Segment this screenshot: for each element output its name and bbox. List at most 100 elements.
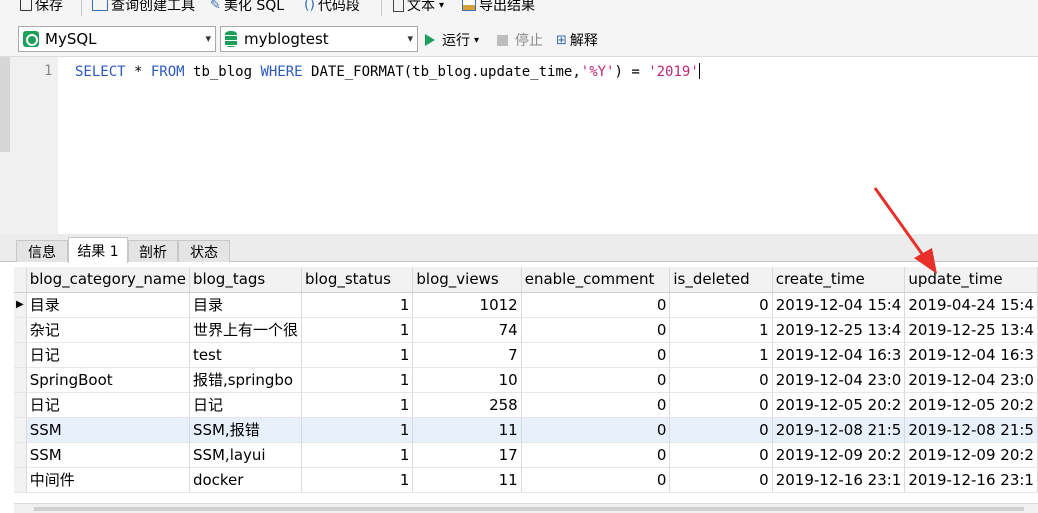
table-cell[interactable]: 0 — [521, 467, 671, 493]
explain-button[interactable]: ⊞ 解释 — [556, 30, 598, 50]
table-cell[interactable]: 报错,springbo — [189, 367, 302, 393]
stop-button[interactable]: 停止 — [497, 30, 543, 50]
table-cell[interactable]: 0 — [521, 367, 671, 393]
table-cell[interactable]: 258 — [412, 392, 522, 418]
table-cell[interactable]: 11 — [412, 417, 522, 443]
table-cell[interactable]: 2019-12-04 16:3 — [772, 342, 906, 368]
table-cell[interactable]: 1 — [669, 317, 773, 343]
result-grid[interactable]: blog_category_name blog_tags blog_status… — [14, 267, 1038, 503]
table-cell[interactable]: 2019-12-04 15:4 — [772, 292, 906, 318]
table-cell[interactable]: 1 — [301, 367, 414, 393]
table-cell[interactable]: 1 — [669, 342, 773, 368]
table-cell[interactable]: 1 — [301, 392, 414, 418]
table-cell[interactable]: 0 — [521, 417, 671, 443]
code-snippet-button[interactable]: () 代码段 — [304, 0, 360, 16]
table-row[interactable]: 杂记 世界上有一个很 1 74 0 1 2019-12-25 13:4 2019… — [14, 317, 1038, 343]
table-cell[interactable]: 日记 — [26, 392, 190, 418]
table-cell[interactable]: 0 — [669, 367, 773, 393]
table-cell[interactable]: 0 — [521, 317, 671, 343]
table-row[interactable]: 中间件 docker 1 11 0 0 2019-12-16 23:1 2019… — [14, 467, 1038, 493]
database-select[interactable]: myblogtest ▾ — [220, 26, 418, 52]
column-header[interactable]: blog_views — [412, 267, 522, 293]
grid-horizontal-scrollbar[interactable] — [14, 503, 1038, 513]
table-cell[interactable]: 2019-12-09 20:2 — [772, 442, 906, 468]
table-cell[interactable]: 杂记 — [26, 317, 190, 343]
table-cell[interactable]: 1 — [301, 467, 414, 493]
table-cell[interactable]: 日记 — [189, 392, 302, 418]
table-cell[interactable]: 74 — [412, 317, 522, 343]
table-cell[interactable]: 0 — [521, 442, 671, 468]
table-cell[interactable]: 2019-12-08 21:5 — [904, 417, 1038, 443]
table-cell[interactable]: 目录 — [26, 292, 190, 318]
table-cell[interactable]: 2019-12-16 23:1 — [772, 467, 906, 493]
table-cell[interactable]: 2019-12-04 23:0 — [904, 367, 1038, 393]
table-cell[interactable]: 目录 — [189, 292, 302, 318]
table-cell[interactable]: SSM,layui — [189, 442, 302, 468]
save-button[interactable]: 保存 — [20, 0, 63, 16]
column-header[interactable]: is_deleted — [669, 267, 773, 293]
table-row[interactable]: SSM SSM,layui 1 17 0 0 2019-12-09 20:2 2… — [14, 442, 1038, 468]
table-row[interactable]: SpringBoot 报错,springbo 1 10 0 0 2019-12-… — [14, 367, 1038, 393]
table-cell[interactable]: 世界上有一个很 — [189, 317, 302, 343]
table-cell[interactable]: 1 — [301, 442, 414, 468]
table-cell[interactable]: 1012 — [412, 292, 522, 318]
table-cell[interactable]: 0 — [521, 392, 671, 418]
table-cell[interactable]: 7 — [412, 342, 522, 368]
table-cell[interactable]: 日记 — [26, 342, 190, 368]
table-cell[interactable]: 2019-12-08 21:5 — [772, 417, 906, 443]
table-cell[interactable]: 0 — [669, 467, 773, 493]
table-cell[interactable]: 2019-12-16 23:1 — [904, 467, 1038, 493]
table-cell[interactable]: 2019-12-25 13:4 — [904, 317, 1038, 343]
table-cell[interactable]: 0 — [669, 292, 773, 318]
table-cell[interactable]: 2019-12-09 20:2 — [904, 442, 1038, 468]
table-row[interactable]: SSM SSM,报错 1 11 0 0 2019-12-08 21:5 2019… — [14, 417, 1038, 443]
column-header[interactable]: enable_comment — [521, 267, 671, 293]
table-cell[interactable]: 0 — [521, 342, 671, 368]
table-cell[interactable]: 中间件 — [26, 467, 190, 493]
table-cell[interactable]: 2019-12-04 23:0 — [772, 367, 906, 393]
table-cell[interactable]: 2019-12-04 16:3 — [904, 342, 1038, 368]
table-cell[interactable]: 2019-04-24 15:4 — [904, 292, 1038, 318]
query-builder-button[interactable]: 查询创建工具 — [92, 0, 195, 16]
table-cell[interactable]: docker — [189, 467, 302, 493]
column-header[interactable]: blog_tags — [189, 267, 302, 293]
table-cell[interactable]: 0 — [669, 442, 773, 468]
table-cell[interactable]: 2019-12-25 13:4 — [772, 317, 906, 343]
sql-code-line[interactable]: SELECT * FROM tb_blog WHERE DATE_FORMAT(… — [75, 63, 700, 80]
table-cell[interactable]: test — [189, 342, 302, 368]
text-button[interactable]: 文本 ▾ — [393, 0, 444, 16]
tab-info[interactable]: 信息 — [16, 240, 68, 262]
table-cell[interactable]: 2019-12-05 20:2 — [904, 392, 1038, 418]
table-row[interactable]: 日记 日记 1 258 0 0 2019-12-05 20:2 2019-12-… — [14, 392, 1038, 418]
editor-scrollbar[interactable] — [0, 57, 10, 152]
table-cell[interactable]: 1 — [301, 317, 414, 343]
table-row[interactable]: 日记 test 1 7 0 1 2019-12-04 16:3 2019-12-… — [14, 342, 1038, 368]
beautify-sql-button[interactable]: ✎ 美化 SQL — [210, 0, 284, 16]
table-cell[interactable]: SSM,报错 — [189, 417, 302, 443]
column-header[interactable]: update_time — [904, 267, 1038, 293]
table-cell[interactable]: 2019-12-05 20:2 — [772, 392, 906, 418]
table-cell[interactable]: 10 — [412, 367, 522, 393]
table-cell[interactable]: SSM — [26, 417, 190, 443]
table-cell[interactable]: 17 — [412, 442, 522, 468]
table-cell[interactable]: 1 — [301, 417, 414, 443]
table-cell[interactable]: 0 — [669, 417, 773, 443]
tab-result-1[interactable]: 结果 1 — [68, 237, 128, 263]
table-cell[interactable]: SpringBoot — [26, 367, 190, 393]
table-row[interactable]: ▶ 目录 目录 1 1012 0 0 2019-12-04 15:4 2019-… — [14, 292, 1038, 318]
column-header[interactable]: create_time — [772, 267, 906, 293]
connection-select[interactable]: MySQL ▾ — [18, 26, 216, 52]
column-header[interactable]: blog_status — [301, 267, 414, 293]
export-result-button[interactable]: 导出结果 — [462, 0, 535, 16]
table-cell[interactable]: 0 — [669, 392, 773, 418]
table-cell[interactable]: 0 — [521, 292, 671, 318]
tab-profile[interactable]: 剖析 — [128, 240, 178, 262]
table-cell[interactable]: 11 — [412, 467, 522, 493]
run-button[interactable]: 运行 ▾ — [425, 30, 479, 50]
tab-status[interactable]: 状态 — [178, 240, 230, 262]
sql-editor[interactable]: 1 SELECT * FROM tb_blog WHERE DATE_FORMA… — [0, 56, 1038, 235]
table-cell[interactable]: 1 — [301, 292, 414, 318]
table-cell[interactable]: 1 — [301, 342, 414, 368]
table-cell[interactable]: SSM — [26, 442, 190, 468]
column-header[interactable]: blog_category_name — [26, 267, 190, 293]
